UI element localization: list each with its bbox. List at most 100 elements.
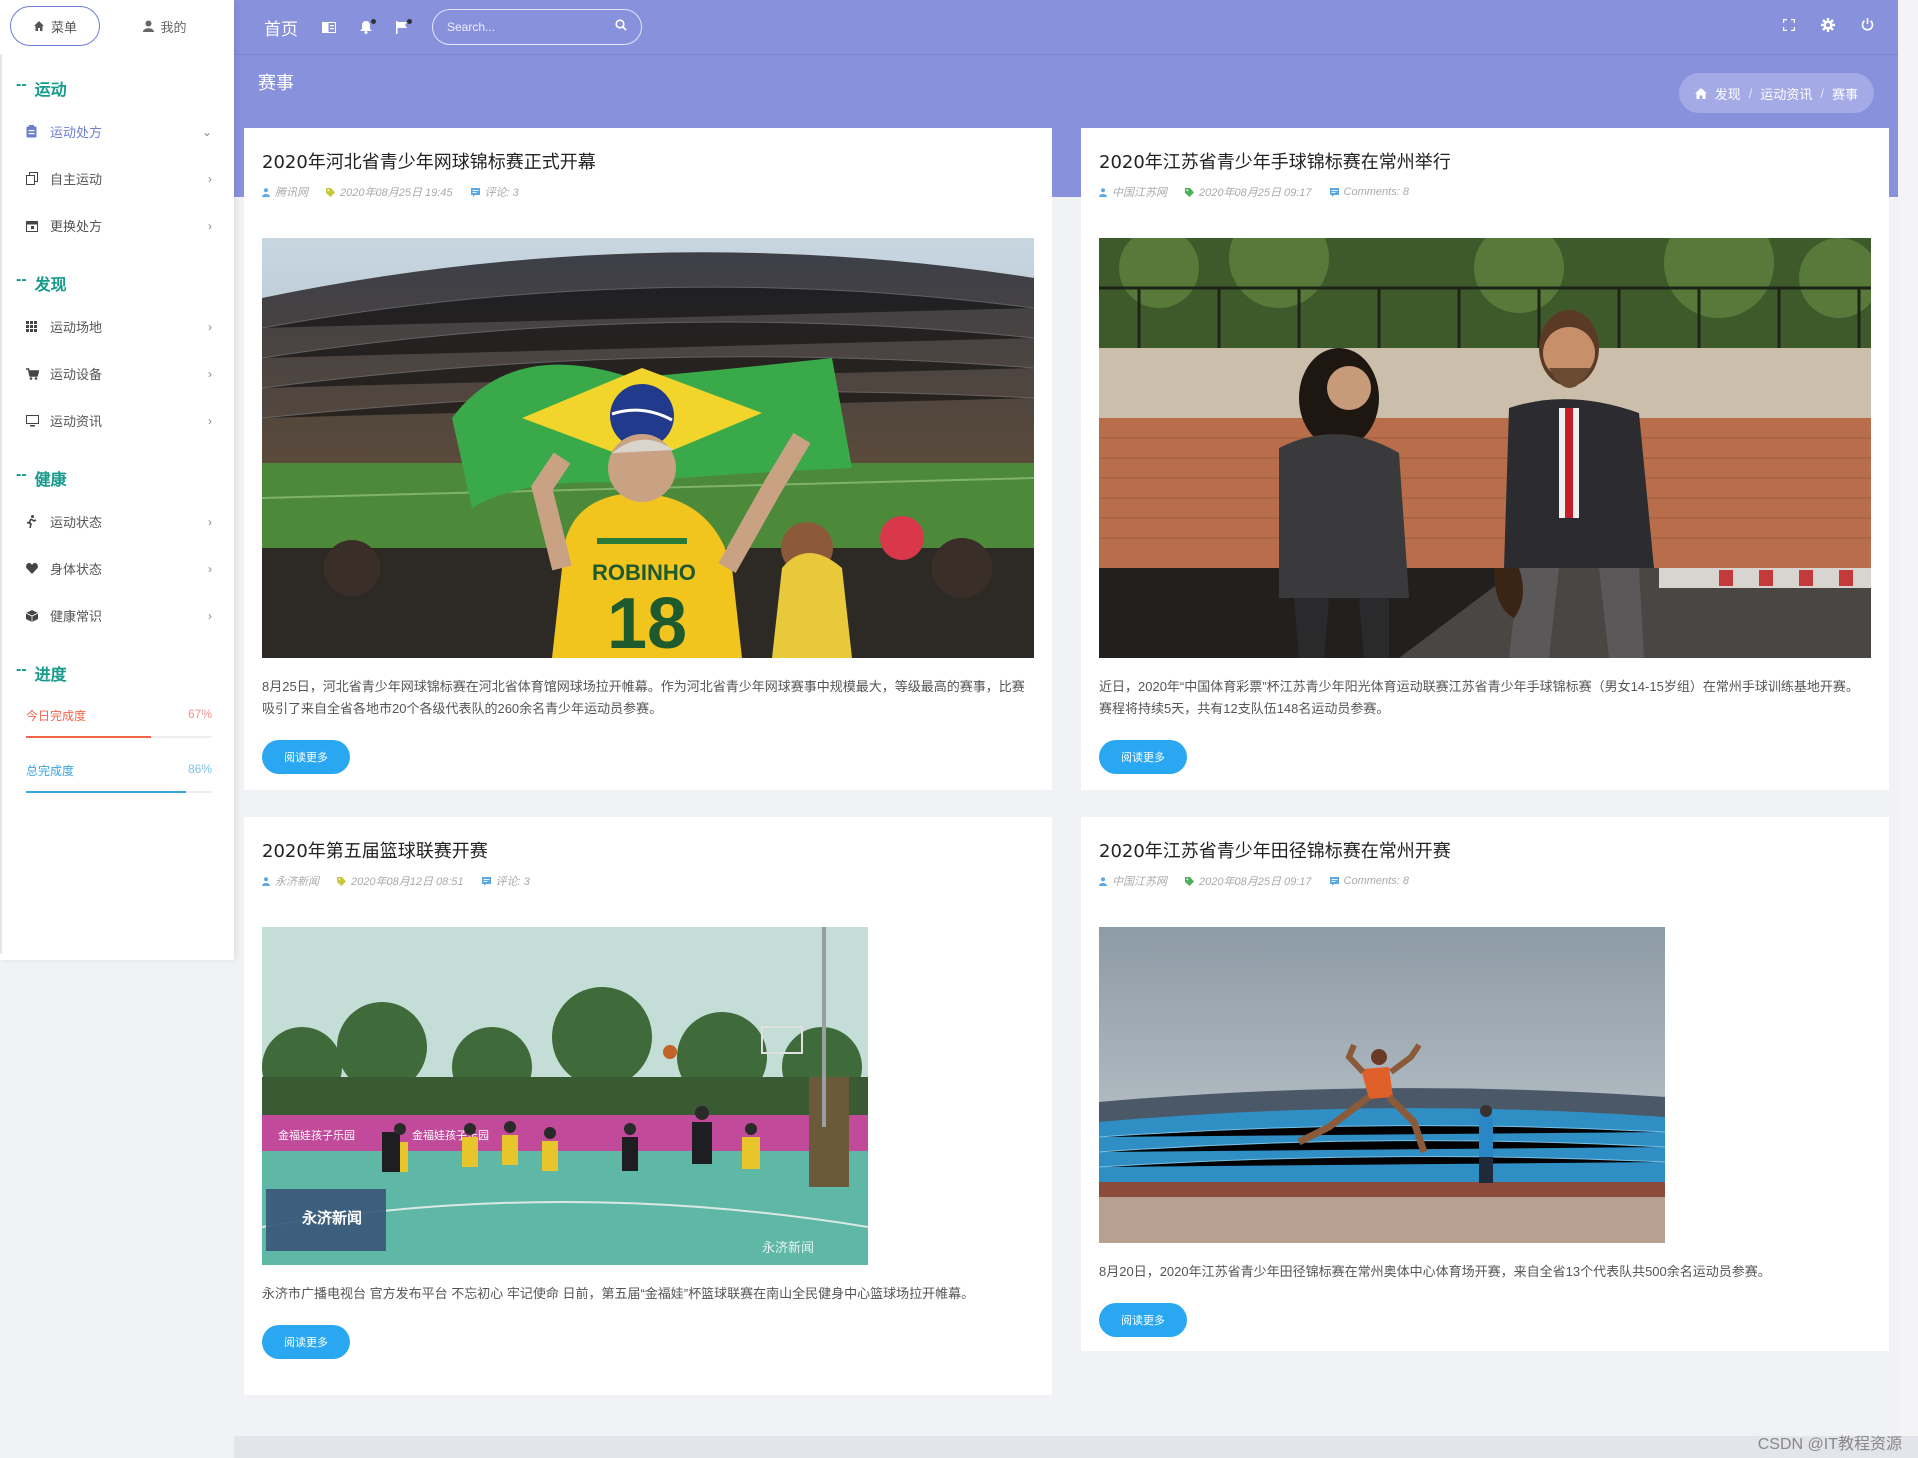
card-comments: Comments: 8 (1343, 875, 1409, 887)
section-title-progress: -- 进度 (2, 639, 234, 693)
section-label: 运动 (34, 82, 67, 99)
section-label: 发现 (34, 277, 67, 294)
sidebar-tabs: 菜单 我的 (0, 0, 234, 52)
fullscreen-icon[interactable] (1782, 18, 1796, 37)
user-icon (262, 876, 270, 886)
card-author: 腾讯网 (275, 187, 308, 199)
news-card: 2020年河北省青少年网球锦标赛正式开幕 腾讯网 2020年08月25日 19:… (244, 128, 1052, 790)
search-input[interactable] (447, 20, 615, 34)
read-more-button[interactable]: 阅读更多 (1099, 740, 1187, 774)
read-more-button[interactable]: 阅读更多 (262, 740, 350, 774)
sidebar-item-label: 更换处方 (50, 219, 103, 234)
chevron-right-icon: › (208, 608, 212, 623)
card-author: 中国江苏网 (1112, 876, 1167, 888)
notification-dot (371, 18, 376, 24)
chevron-right-icon: › (208, 171, 212, 186)
breadcrumb-current: 赛事 (1831, 86, 1858, 102)
progress-today: 今日完成度 67% (2, 693, 234, 738)
home-icon (1694, 87, 1707, 99)
chevron-right-icon: › (208, 413, 212, 428)
comment-icon (481, 876, 491, 886)
card-title[interactable]: 2020年江苏省青少年田径锦标赛在常州开赛 (1099, 837, 1871, 863)
card-meta: 腾讯网 2020年08月25日 19:45 评论: 3 (262, 184, 1034, 200)
gear-icon[interactable] (1821, 17, 1835, 37)
tag-icon (337, 876, 346, 886)
sidebar-item-label: 运动资讯 (50, 414, 103, 429)
bell-icon[interactable] (360, 18, 376, 34)
sidebar-item-label: 健康常识 (50, 609, 103, 624)
progress-value: 67% (187, 707, 212, 721)
stadium-fans-image[interactable]: ROBINHO 18 (262, 238, 1034, 658)
chevron-right-icon: › (208, 561, 212, 576)
sidebar-item-label: 运动场地 (50, 320, 103, 335)
section-prefix: -- (16, 271, 27, 288)
progress-label: 今日完成度 (26, 709, 87, 723)
card-comments: Comments: 8 (1343, 186, 1409, 198)
top-right-actions (1782, 17, 1874, 37)
card-author: 中国江苏网 (1112, 187, 1167, 199)
article-photo (1099, 927, 1665, 1243)
section-title-discover: -- 发现 (2, 249, 234, 303)
sidebar-item-self-exercise[interactable]: 自主运动 › (2, 155, 234, 202)
article-photo: 金福娃孩子乐园 金福娃孩子乐园 永济新闻 永济新闻 (262, 927, 868, 1265)
article-photo: ROBINHO 18 (262, 238, 1034, 658)
page-title: 赛事 (258, 73, 294, 93)
svg-text:金福娃孩子乐园: 金福娃孩子乐园 (278, 1128, 355, 1142)
user-icon (1099, 876, 1107, 886)
long-jump-image[interactable] (1099, 927, 1665, 1243)
search-icon[interactable] (615, 18, 627, 36)
chevron-right-icon: › (208, 319, 212, 334)
scrollbar-track[interactable] (1898, 0, 1918, 1436)
tab-menu[interactable]: 菜单 (10, 6, 100, 46)
tag-icon (1185, 876, 1194, 886)
tab-mine[interactable]: 我的 (120, 6, 210, 46)
flag-icon[interactable] (396, 18, 412, 34)
sidebar-item-prescription[interactable]: 运动处方 ⌄ (2, 108, 234, 155)
section-label: 进度 (34, 667, 67, 684)
monitor-icon (26, 414, 50, 427)
breadcrumb-discover[interactable]: 发现 (1715, 84, 1741, 103)
read-more-button[interactable]: 阅读更多 (262, 1325, 350, 1359)
card-date: 2020年08月25日 09:17 (1199, 876, 1312, 888)
copy-icon (26, 172, 50, 185)
overlay-watermark: 永济新闻 (762, 1240, 814, 1255)
cart-icon (26, 367, 50, 380)
sidebar-item-exercise-status[interactable]: 运动状态 › (2, 498, 234, 545)
chevron-right-icon: › (208, 366, 212, 381)
card-title[interactable]: 2020年江苏省青少年手球锦标赛在常州举行 (1099, 148, 1871, 174)
sidebar-item-label: 运动处方 (50, 125, 103, 140)
breadcrumb-news[interactable]: 运动资讯 (1760, 84, 1812, 103)
notification-dot (407, 18, 412, 24)
section-prefix: -- (16, 466, 27, 483)
layout-toggle-icon[interactable] (322, 21, 336, 33)
sidebar-item-label: 运动设备 (50, 367, 103, 382)
tab-mine-label: 我的 (160, 19, 187, 35)
progress-track (26, 791, 212, 793)
calendar-icon (26, 220, 50, 232)
card-date: 2020年08月25日 19:45 (340, 187, 453, 199)
sidebar-item-change-prescription[interactable]: 更换处方 › (2, 202, 234, 249)
card-date: 2020年08月25日 09:17 (1199, 187, 1312, 199)
search-box (432, 9, 642, 45)
sidebar-item-news[interactable]: 运动资讯 › (2, 397, 234, 444)
sidebar-item-equipment[interactable]: 运动设备 › (2, 350, 234, 397)
sidebar: 菜单 我的 -- 运动 运动处方 ⌄ 自主运动 › 更换处方 › -- 发现 运… (0, 0, 234, 960)
progress-label: 总完成度 (26, 764, 75, 778)
card-title[interactable]: 2020年河北省青少年网球锦标赛正式开幕 (262, 148, 1034, 174)
sidebar-item-venues[interactable]: 运动场地 › (2, 303, 234, 350)
two-people-walking-image[interactable] (1099, 238, 1871, 658)
card-excerpt: 永济市广播电视台 官方发布平台 不忘初心 牢记使命 日前，第五届“金福娃”杯篮球… (262, 1286, 975, 1301)
grid-icon (26, 321, 50, 332)
read-more-button[interactable]: 阅读更多 (1099, 1303, 1187, 1337)
sidebar-item-body-status[interactable]: 身体状态 › (2, 545, 234, 592)
basketball-court-image[interactable]: 金福娃孩子乐园 金福娃孩子乐园 永济新闻 永济新闻 (262, 927, 868, 1265)
card-author: 永济新闻 (275, 876, 319, 888)
sidebar-item-health-tips[interactable]: 健康常识 › (2, 592, 234, 639)
power-icon[interactable] (1861, 17, 1874, 37)
watermark-text: CSDN @IT教程资源 (1757, 1436, 1902, 1453)
home-icon (33, 21, 44, 31)
card-date: 2020年08月12日 08:51 (351, 876, 464, 888)
card-title[interactable]: 2020年第五届篮球联赛开赛 (262, 837, 1034, 863)
home-link[interactable]: 首页 (264, 15, 298, 40)
card-excerpt: 8月20日，2020年江苏省青少年田径锦标赛在常州奥体中心体育场开赛，来自全省1… (1099, 1264, 1771, 1279)
